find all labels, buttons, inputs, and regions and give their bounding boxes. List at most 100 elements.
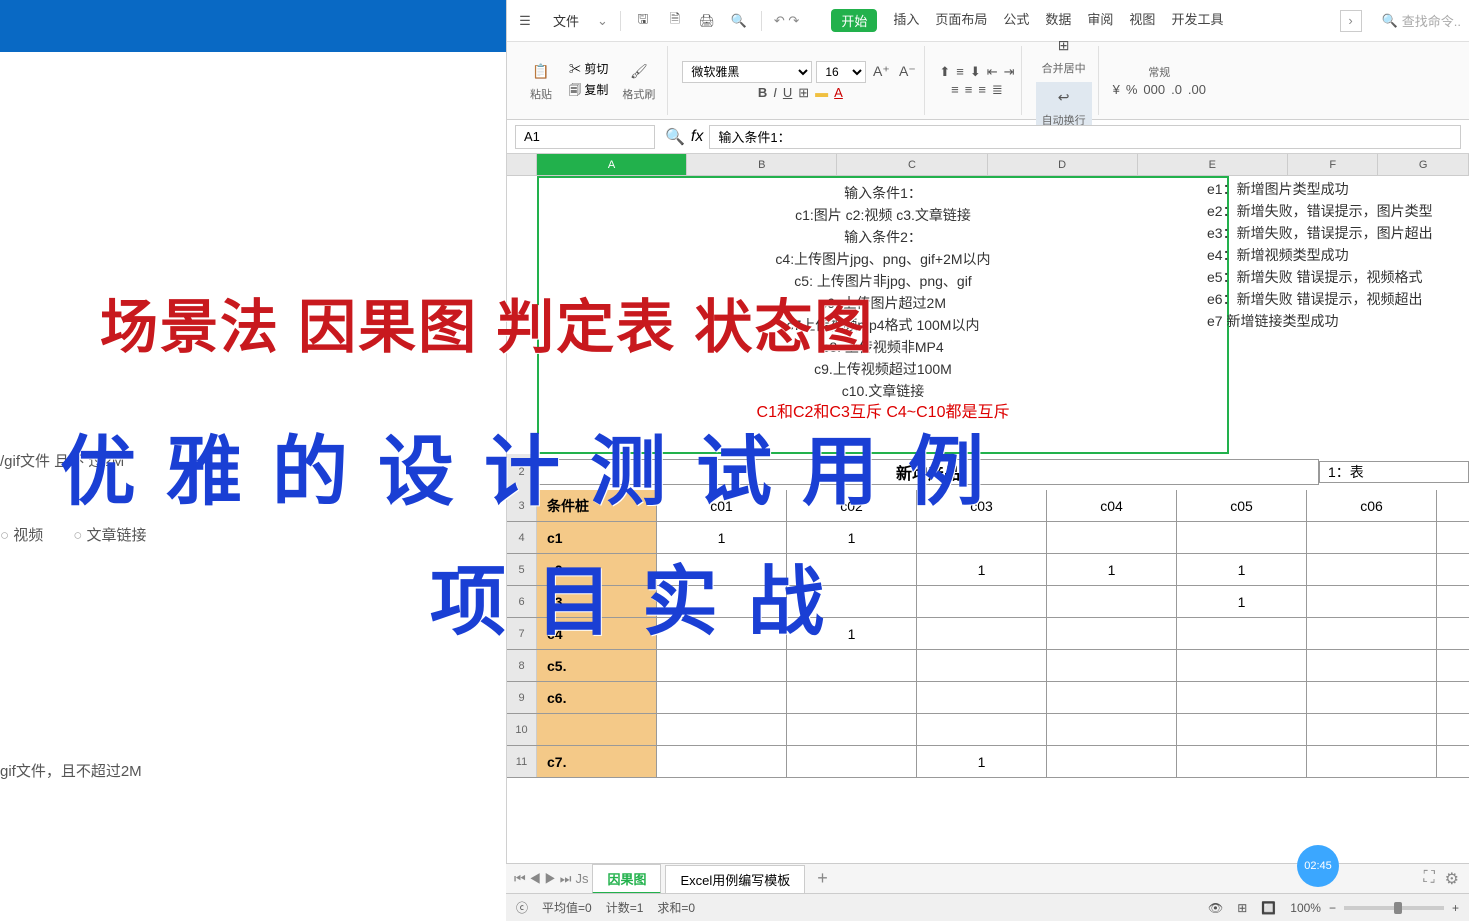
save-icon[interactable]: 🖫 xyxy=(633,11,653,31)
table-cell[interactable] xyxy=(1047,714,1177,745)
th[interactable]: c05 xyxy=(1177,490,1307,521)
table-cell[interactable] xyxy=(657,682,787,713)
copy-button[interactable]: 🗐 复制 xyxy=(569,81,608,102)
tab-formula[interactable]: 公式 xyxy=(1003,9,1029,32)
col-C[interactable]: C xyxy=(837,154,987,175)
table-cell[interactable] xyxy=(657,586,787,617)
table-cell[interactable] xyxy=(1177,746,1307,777)
table-cell[interactable]: 1 xyxy=(1177,586,1307,617)
table-cell[interactable]: 1 xyxy=(787,522,917,553)
zoom-icon[interactable]: 🔍 xyxy=(665,127,685,147)
table-cell[interactable] xyxy=(787,714,917,745)
fill-color-button[interactable]: ▬ xyxy=(815,85,828,101)
dropdown-icon[interactable]: ⌄ xyxy=(597,13,608,29)
zoom-slider[interactable] xyxy=(1344,906,1444,910)
cut-button[interactable]: ✂ 剪切 xyxy=(569,60,608,77)
align-mid-icon[interactable]: ≡ xyxy=(956,64,964,80)
table-cell[interactable] xyxy=(787,554,917,585)
percent-icon[interactable]: % xyxy=(1126,82,1138,97)
print-icon[interactable]: 🖨 xyxy=(697,11,717,31)
table-cell[interactable] xyxy=(1177,650,1307,681)
col-D[interactable]: D xyxy=(988,154,1138,175)
col-E[interactable]: E xyxy=(1138,154,1288,175)
table-cell[interactable] xyxy=(657,714,787,745)
table-cell[interactable] xyxy=(1047,522,1177,553)
table-cell[interactable] xyxy=(1307,586,1437,617)
table-cell[interactable] xyxy=(1047,618,1177,649)
comma-icon[interactable]: 000 xyxy=(1143,82,1165,97)
radio-group[interactable]: 视频 文章链接 xyxy=(0,524,147,545)
th[interactable]: 条件桩 xyxy=(537,490,657,521)
tab-layout[interactable]: 页面布局 xyxy=(935,9,987,32)
table-title[interactable]: 新增产品 xyxy=(537,459,1319,485)
align-left-icon[interactable]: ≡ xyxy=(951,82,959,98)
table-cell[interactable] xyxy=(917,618,1047,649)
hamburger-icon[interactable]: ☰ xyxy=(515,11,535,31)
save-as-icon[interactable]: 🗎 xyxy=(665,11,685,31)
number-format-label[interactable]: 常规 xyxy=(1148,64,1170,80)
dec-decimal-icon[interactable]: .00 xyxy=(1188,82,1206,97)
table-cell[interactable] xyxy=(657,618,787,649)
js-icon[interactable]: Js xyxy=(575,871,588,886)
th[interactable]: c04 xyxy=(1047,490,1177,521)
table-cell[interactable] xyxy=(1177,682,1307,713)
table-cell[interactable] xyxy=(787,746,917,777)
zoom-out-icon[interactable]: − xyxy=(1329,901,1336,915)
radio-video[interactable]: 视频 xyxy=(0,524,43,545)
col-G[interactable]: G xyxy=(1378,154,1469,175)
align-bot-icon[interactable]: ⬇ xyxy=(970,64,981,80)
zoom-control[interactable]: 100% − + xyxy=(1290,901,1459,915)
table-cell[interactable] xyxy=(917,522,1047,553)
sheet-tab-active[interactable]: 因果图 xyxy=(592,864,661,894)
undo-redo[interactable]: ↶ ↷ xyxy=(774,13,799,29)
tab-dev[interactable]: 开发工具 xyxy=(1171,9,1223,32)
cond-label[interactable]: c4 xyxy=(537,618,657,649)
table-cell[interactable] xyxy=(1307,522,1437,553)
table-cell[interactable] xyxy=(917,586,1047,617)
merge-center-button[interactable]: ⊞ 合并居中 xyxy=(1036,30,1092,80)
row-num[interactable]: 2 xyxy=(507,454,537,490)
table-cell[interactable] xyxy=(657,746,787,777)
merged-cell-conditions[interactable]: 输入条件1： c1:图片 c2:视频 c3.文章链接 输入条件2： c4:上传图… xyxy=(537,176,1229,454)
fx-icon[interactable]: fx xyxy=(691,128,703,146)
row-num[interactable]: 8 xyxy=(507,650,537,681)
th[interactable]: c03 xyxy=(917,490,1047,521)
table-cell[interactable] xyxy=(1177,618,1307,649)
name-box[interactable]: A1 xyxy=(515,125,655,149)
add-sheet-button[interactable]: + xyxy=(809,868,836,889)
select-all-corner[interactable] xyxy=(507,154,537,175)
table-cell[interactable]: 1 xyxy=(787,618,917,649)
tab-view[interactable]: 视图 xyxy=(1129,9,1155,32)
table-cell[interactable]: 1 xyxy=(917,746,1047,777)
increase-font-icon[interactable]: A⁺ xyxy=(870,61,892,83)
table-cell[interactable] xyxy=(917,714,1047,745)
cond-label[interactable]: c2 xyxy=(537,554,657,585)
font-size-select[interactable]: 16 xyxy=(816,61,866,83)
table-cell[interactable] xyxy=(1307,618,1437,649)
preview-icon[interactable]: 🔍 xyxy=(729,11,749,31)
table-cell[interactable] xyxy=(1047,682,1177,713)
table-cell[interactable]: 1 xyxy=(1177,554,1307,585)
table-cell[interactable] xyxy=(1307,650,1437,681)
th[interactable]: c06 xyxy=(1307,490,1437,521)
underline-button[interactable]: U xyxy=(783,85,792,101)
bold-button[interactable]: B xyxy=(758,85,767,101)
align-right-icon[interactable]: ≡ xyxy=(978,82,986,98)
table-cell[interactable] xyxy=(1047,586,1177,617)
row-num[interactable]: 4 xyxy=(507,522,537,553)
table-cell[interactable] xyxy=(657,554,787,585)
row-num[interactable]: 9 xyxy=(507,682,537,713)
command-search[interactable]: 🔍 查找命令.. xyxy=(1382,11,1461,30)
th[interactable]: c02 xyxy=(787,490,917,521)
table-extra[interactable]: 1：表 xyxy=(1319,461,1469,483)
col-B[interactable]: B xyxy=(687,154,837,175)
cr-icon[interactable]: ⓒ xyxy=(516,899,528,916)
table-cell[interactable] xyxy=(787,586,917,617)
table-cell[interactable] xyxy=(1307,746,1437,777)
row-num[interactable]: 6 xyxy=(507,586,537,617)
format-painter[interactable]: 🖌 格式刷 xyxy=(616,56,661,106)
table-cell[interactable] xyxy=(1307,682,1437,713)
view-icon[interactable]: 👁 xyxy=(1208,901,1223,915)
sheet-nav[interactable]: ⏮ ◀ ▶ ⏭ xyxy=(514,871,571,887)
row-num[interactable]: 7 xyxy=(507,618,537,649)
